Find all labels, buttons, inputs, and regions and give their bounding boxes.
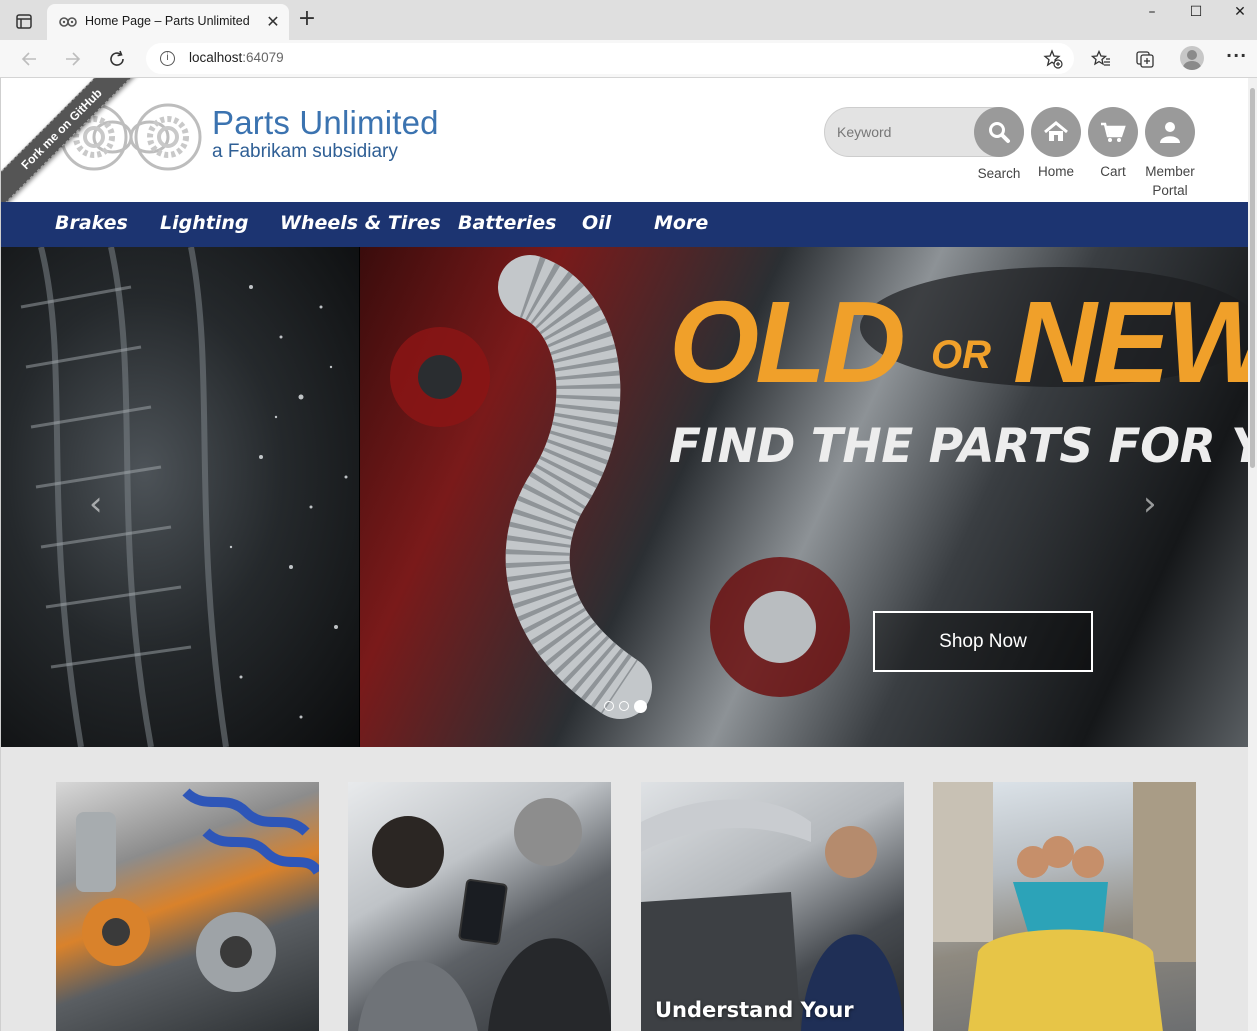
carousel-prev-icon[interactable]: ‹	[89, 487, 103, 521]
hero-headline-or: OR	[931, 333, 991, 377]
tire-splash-image	[1, 247, 359, 747]
search-label[interactable]: Search	[969, 164, 1029, 183]
site-info-icon[interactable]: i	[160, 51, 175, 66]
page-viewport: Parts Unlimited a Fabrikam subsidiary Se…	[0, 78, 1257, 1031]
cart-label[interactable]: Cart	[1088, 162, 1138, 181]
back-button[interactable]	[16, 46, 42, 72]
maximize-window-button[interactable]: ☐	[1184, 4, 1208, 22]
promo-tile-sales[interactable]	[348, 782, 611, 1031]
site-header: Parts Unlimited a Fabrikam subsidiary Se…	[1, 78, 1249, 202]
nav-item-brakes[interactable]: Brakes	[55, 212, 128, 234]
home-label[interactable]: Home	[1031, 162, 1081, 181]
promo-tile-friends[interactable]	[933, 782, 1196, 1031]
tire-tread-pattern	[20, 247, 348, 747]
scrollbar-thumb[interactable]	[1250, 88, 1255, 468]
promo-tile-understand[interactable]: Understand Your	[641, 782, 904, 1031]
address-bar[interactable]: i localhost:64079	[146, 43, 1074, 74]
carousel-dot-2[interactable]	[619, 701, 629, 711]
back-arrow-icon	[21, 52, 36, 66]
brand-name[interactable]: Parts Unlimited	[212, 104, 439, 142]
tab-title: Home Page – Parts Unlimited	[85, 14, 250, 28]
address-url[interactable]: localhost:64079	[189, 50, 284, 65]
carousel-next-icon[interactable]: ›	[1143, 487, 1157, 521]
minimize-window-button[interactable]: –	[1140, 4, 1164, 22]
member-portal-button[interactable]	[1145, 107, 1195, 157]
tab-actions-icon[interactable]	[13, 11, 35, 31]
forward-button[interactable]	[60, 46, 86, 72]
nav-item-batteries[interactable]: Batteries	[458, 212, 556, 234]
carousel-indicators	[604, 699, 647, 713]
nav-item-more[interactable]: More	[654, 212, 708, 234]
hero-headline-old: OLD	[669, 277, 906, 407]
profile-avatar[interactable]	[1180, 46, 1204, 70]
close-tab-icon[interactable]: ✕	[265, 14, 281, 30]
search-icon	[989, 122, 1010, 143]
forward-arrow-icon	[66, 52, 81, 66]
cart-button[interactable]	[1088, 107, 1138, 157]
brand-subtitle: a Fabrikam subsidiary	[212, 141, 398, 162]
site-favicon-icon	[59, 17, 77, 27]
home-icon	[1044, 121, 1068, 141]
nav-item-lighting[interactable]: Lighting	[160, 212, 248, 234]
hero-subheadline: FIND THE PARTS FOR YOUR RIDE	[669, 419, 1249, 474]
refresh-button[interactable]	[104, 46, 130, 72]
cart-icon	[1101, 122, 1126, 142]
member-portal-label[interactable]: Member Portal	[1137, 162, 1203, 200]
member-label-line2: Portal	[1152, 183, 1188, 198]
browser-toolbar: i localhost:64079 ···	[0, 40, 1257, 78]
carousel-dot-1[interactable]	[604, 701, 614, 711]
friends-in-car-image	[933, 782, 1196, 1031]
favorites-icon[interactable]	[1090, 48, 1112, 70]
browser-title-bar: Home Page – Parts Unlimited ✕ + – ☐ ✕	[0, 0, 1257, 40]
promo-tile-parts[interactable]	[56, 782, 319, 1031]
hero-headline-new: NEW	[1013, 277, 1249, 407]
tile-caption: Understand Your	[655, 998, 854, 1022]
shop-now-button[interactable]: Shop Now	[873, 611, 1093, 672]
search-button[interactable]	[974, 107, 1024, 157]
nav-item-wheels-tires[interactable]: Wheels & Tires	[280, 212, 441, 234]
hero-carousel: OLD OR NEW FIND THE PARTS FOR YOUR RIDE …	[1, 247, 1249, 747]
add-favorite-icon[interactable]	[1043, 49, 1063, 69]
collections-icon[interactable]	[1134, 48, 1156, 70]
browser-tab-active[interactable]: Home Page – Parts Unlimited ✕	[47, 4, 289, 40]
settings-more-icon[interactable]: ···	[1226, 46, 1247, 65]
page-scrollbar[interactable]	[1248, 78, 1257, 1031]
keyword-search-input[interactable]	[837, 122, 967, 142]
mechanic-under-hood-image	[641, 799, 904, 1031]
carousel-dot-3[interactable]	[634, 699, 647, 713]
user-icon	[1160, 122, 1180, 143]
nav-item-oil[interactable]: Oil	[582, 212, 611, 234]
category-navbar: Brakes Lighting Wheels & Tires Batteries…	[1, 202, 1249, 247]
auto-parts-image	[76, 788, 319, 992]
refresh-icon	[110, 50, 124, 66]
new-tab-button[interactable]: +	[296, 8, 318, 31]
sales-consultation-image	[358, 798, 611, 1031]
close-window-button[interactable]: ✕	[1228, 4, 1252, 22]
home-button[interactable]	[1031, 107, 1081, 157]
member-label-line1: Member	[1145, 164, 1195, 179]
